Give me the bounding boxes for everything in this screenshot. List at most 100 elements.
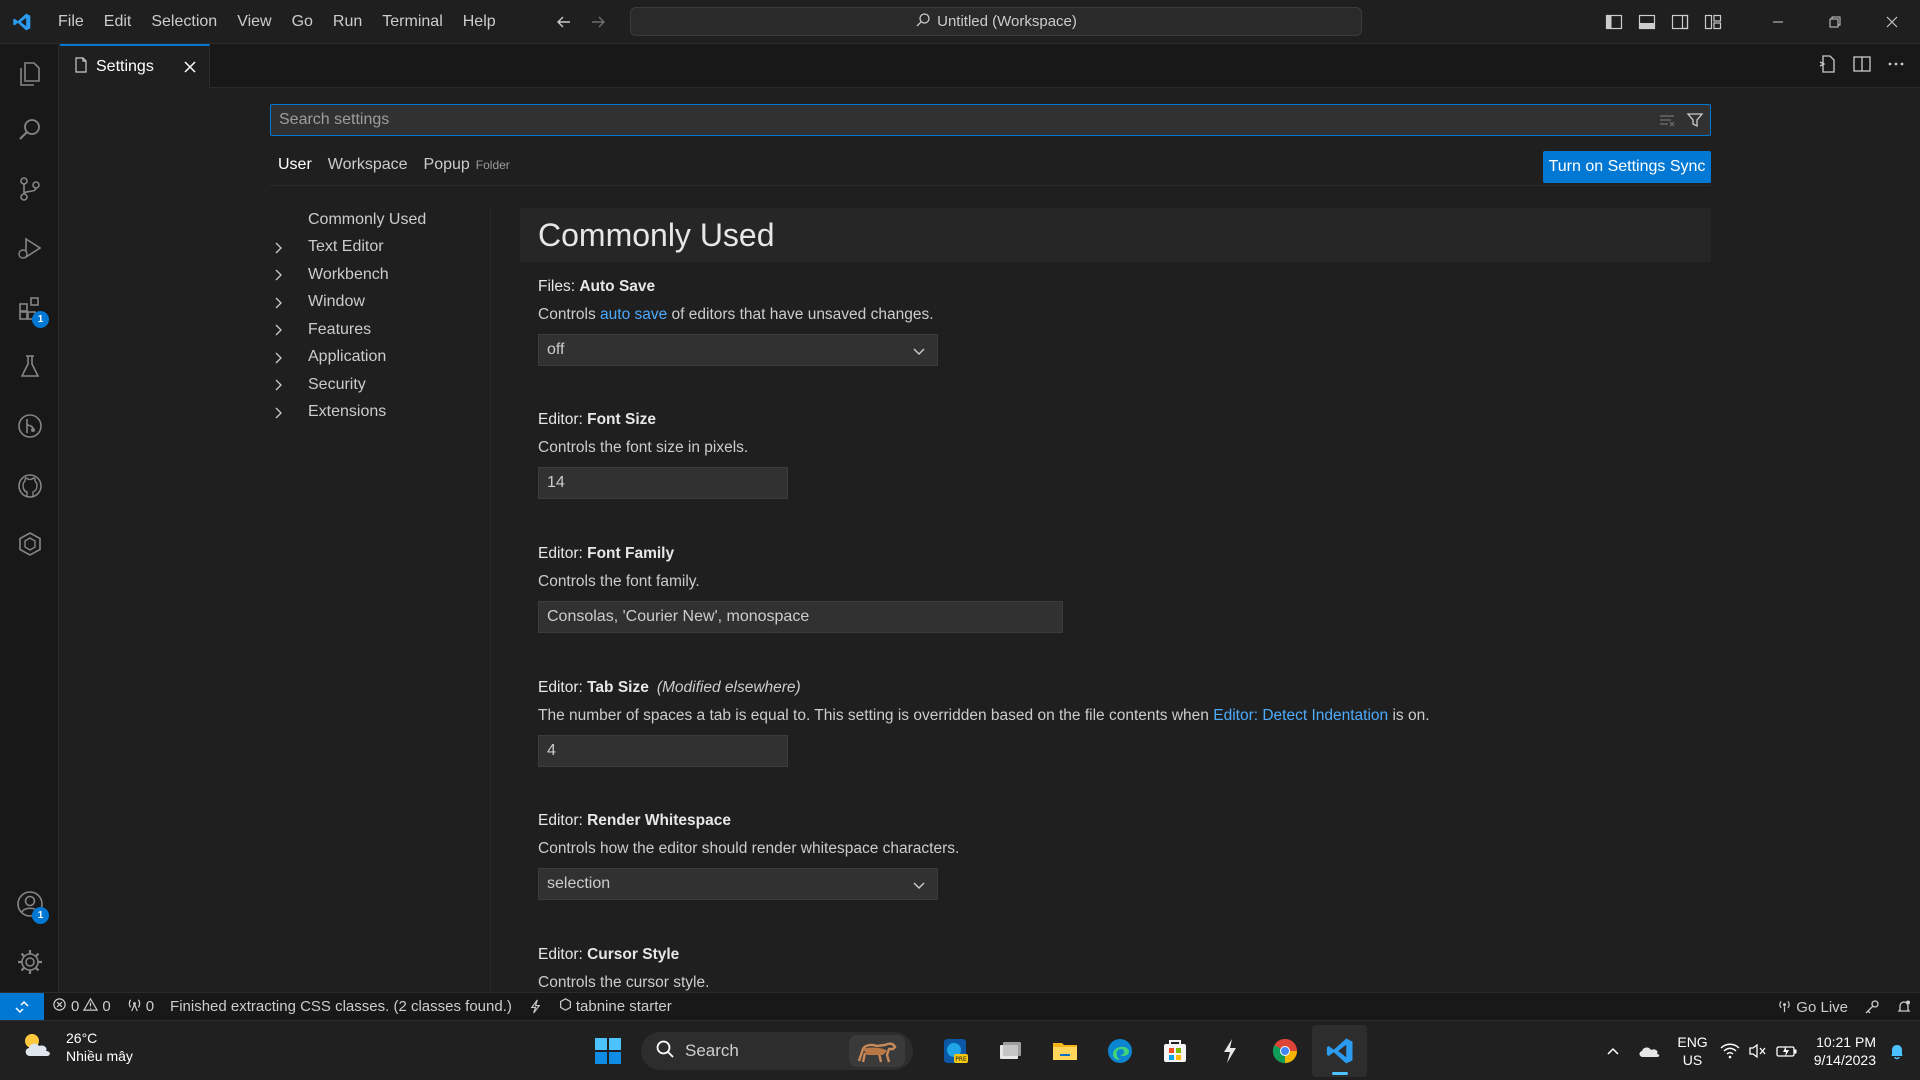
testing-icon[interactable] [0, 338, 59, 394]
remote-indicator-icon[interactable] [0, 992, 44, 1021]
tab-user[interactable]: User [270, 154, 320, 186]
error-count: 0 [71, 998, 80, 1015]
chevron-up-icon[interactable] [1597, 1021, 1629, 1080]
setting-key: Render Whitespace [587, 812, 731, 829]
font-family-input[interactable]: Consolas, 'Courier New', monospace [538, 601, 1063, 633]
chrome-icon[interactable] [1257, 1025, 1312, 1077]
cube-extension-icon[interactable] [0, 516, 59, 572]
close-tab-icon[interactable] [181, 58, 199, 76]
weather-widget[interactable]: 26°C Nhiều mây [20, 1029, 133, 1065]
vscode-taskbar-icon[interactable] [1312, 1025, 1367, 1077]
toc-security[interactable]: Security [270, 371, 490, 399]
restore-icon[interactable] [1806, 0, 1863, 44]
search-icon[interactable] [0, 102, 59, 158]
explorer-icon[interactable] [0, 46, 59, 102]
turn-on-settings-sync-button[interactable]: Turn on Settings Sync [1543, 151, 1711, 183]
notifications-icon[interactable] [1888, 993, 1920, 1021]
wifi-icon[interactable] [1716, 1021, 1744, 1080]
forward-arrow-icon[interactable] [589, 13, 607, 31]
problems-indicator[interactable]: 0 0 [44, 993, 119, 1021]
toggle-panel-icon[interactable] [1630, 0, 1663, 44]
tab-settings[interactable]: Settings [60, 44, 210, 88]
menu-view[interactable]: View [227, 0, 281, 44]
more-actions-icon[interactable] [1886, 54, 1906, 79]
toc-text-editor[interactable]: Text Editor [270, 234, 490, 262]
menu-terminal[interactable]: Terminal [372, 0, 452, 44]
onedrive-cloud-icon[interactable] [1629, 1021, 1669, 1080]
modified-elsewhere-label[interactable]: (Modified elsewhere) [657, 679, 801, 696]
toggle-primary-sidebar-icon[interactable] [1597, 0, 1630, 44]
toc-workbench[interactable]: Workbench [270, 261, 490, 289]
extensions-icon[interactable]: 1 [0, 280, 59, 336]
menu-help[interactable]: Help [453, 0, 506, 44]
open-settings-json-icon[interactable] [1818, 54, 1838, 79]
menu-go[interactable]: Go [282, 0, 323, 44]
notification-bell-icon[interactable] [1884, 1021, 1920, 1080]
auto-save-link[interactable]: auto save [600, 306, 667, 323]
edge-browser-icon[interactable] [1092, 1025, 1147, 1077]
error-icon [52, 997, 67, 1016]
setting-editor-font-family: Editor: Font Family Controls the font fa… [538, 545, 1688, 633]
volume-muted-icon[interactable] [1744, 1021, 1772, 1080]
toc-application[interactable]: Application [270, 344, 490, 372]
tab-popup-folder[interactable]: Popup Folder [416, 154, 518, 186]
windows-start-icon[interactable] [580, 1025, 635, 1077]
git-graph-icon[interactable] [0, 398, 59, 454]
spark-app-icon[interactable] [1202, 1025, 1257, 1077]
back-arrow-icon[interactable] [555, 13, 573, 31]
close-icon[interactable] [1863, 0, 1920, 44]
setting-editor-render-whitespace: Editor: Render Whitespace Controls how t… [538, 812, 1688, 900]
customize-layout-icon[interactable] [1696, 0, 1729, 44]
lightning-icon[interactable] [520, 993, 551, 1021]
key-icon[interactable] [1856, 993, 1888, 1021]
chevron-right-icon [270, 240, 286, 261]
source-control-icon[interactable] [0, 161, 59, 217]
setting-description: Controls auto save of editors that have … [538, 306, 1688, 324]
menu-run[interactable]: Run [323, 0, 372, 44]
gear-icon[interactable] [0, 934, 59, 990]
toc-extensions[interactable]: Extensions [270, 399, 490, 427]
file-explorer-icon[interactable] [1037, 1025, 1092, 1077]
tab-size-input[interactable]: 4 [538, 735, 788, 767]
tabnine-status[interactable]: tabnine starter [551, 993, 680, 1021]
search-settings-input[interactable]: Search settings [270, 104, 1711, 136]
setting-category: Editor: [538, 411, 588, 428]
edge-dev-icon[interactable]: PRE [927, 1025, 982, 1077]
task-view-icon[interactable] [982, 1025, 1037, 1077]
vscode-logo-icon [0, 0, 44, 44]
filter-icon[interactable] [1686, 111, 1704, 134]
minimize-icon[interactable] [1749, 0, 1806, 44]
search-label: Search [685, 1041, 739, 1060]
menu-selection[interactable]: Selection [141, 0, 227, 44]
auto-save-dropdown[interactable]: off [538, 334, 938, 366]
battery-icon[interactable] [1772, 1021, 1806, 1080]
github-icon[interactable] [0, 458, 59, 514]
windows-taskbar: 26°C Nhiều mây Search PRE ENG US 10:21 P… [0, 1020, 1920, 1080]
font-size-input[interactable]: 14 [538, 467, 788, 499]
command-center[interactable]: Untitled (Workspace) [630, 7, 1362, 36]
input-language[interactable]: ENG US [1669, 1021, 1715, 1080]
clock[interactable]: 10:21 PM 9/14/2023 [1806, 1021, 1884, 1080]
render-whitespace-dropdown[interactable]: selection [538, 868, 938, 900]
search-placeholder: Search settings [279, 111, 390, 128]
setting-key: Tab Size [587, 679, 649, 696]
chevron-down-icon [911, 877, 927, 898]
go-live-button[interactable]: Go Live [1769, 993, 1856, 1021]
split-editor-icon[interactable] [1852, 54, 1872, 79]
microsoft-store-icon[interactable] [1147, 1025, 1202, 1077]
toggle-secondary-sidebar-icon[interactable] [1663, 0, 1696, 44]
taskbar-search-box[interactable]: Search [641, 1032, 913, 1070]
menu-edit[interactable]: Edit [94, 0, 142, 44]
accounts-icon[interactable]: 1 [0, 876, 59, 932]
setting-category: Editor: [538, 679, 588, 696]
toc-features[interactable]: Features [270, 316, 490, 344]
ports-indicator[interactable]: 0 [119, 993, 162, 1021]
toc-commonly-used[interactable]: Commonly Used [270, 206, 490, 234]
menu-file[interactable]: File [48, 0, 94, 44]
toc-window[interactable]: Window [270, 289, 490, 317]
detect-indentation-link[interactable]: Editor: Detect Indentation [1213, 707, 1388, 724]
run-debug-icon[interactable] [0, 220, 59, 276]
navigation-arrows [555, 0, 607, 44]
clear-filter-icon[interactable] [1658, 111, 1676, 134]
tab-workspace[interactable]: Workspace [320, 154, 416, 186]
